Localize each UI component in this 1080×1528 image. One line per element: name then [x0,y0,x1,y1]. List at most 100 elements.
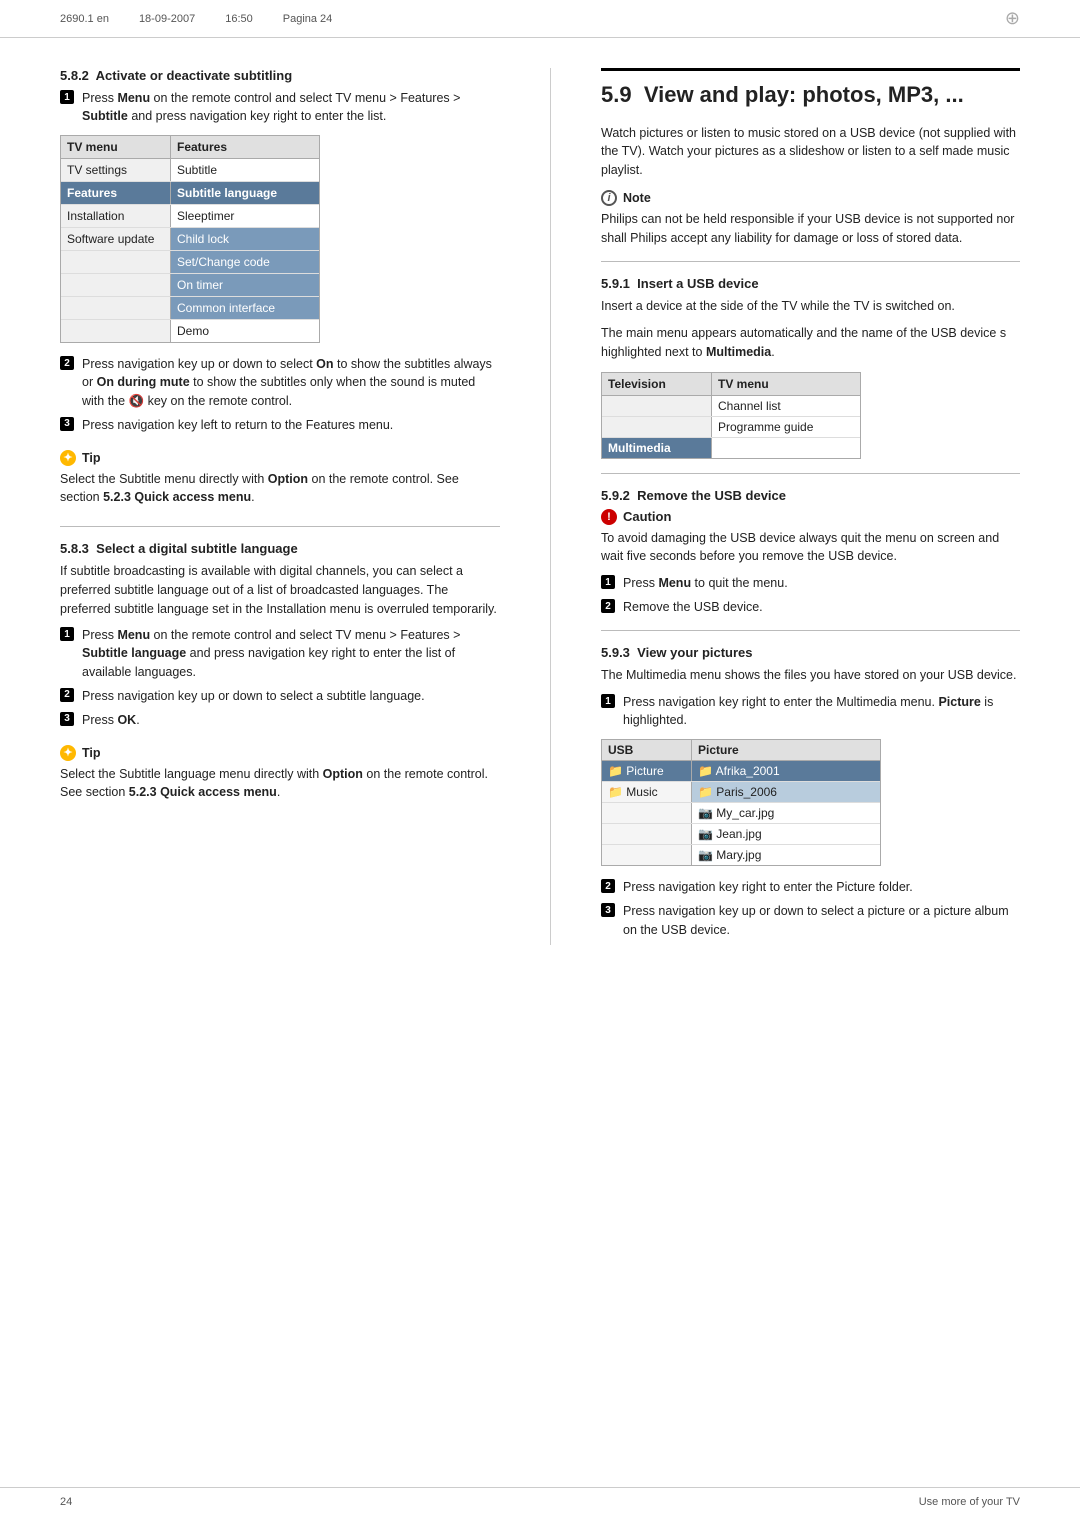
step2-text-583: Press navigation key up or down to selec… [82,687,500,705]
section-592-number: 5.9.2 [601,488,630,503]
section-583-intro: If subtitle broadcasting is available wi… [60,562,500,618]
menu-row-7: Common interface [61,297,319,320]
menu-591-row3: Multimedia [602,438,860,458]
menu-row2-col1: Features [61,182,171,204]
menu-row5-col1 [61,251,171,273]
menu-591-row1-col1 [602,396,712,416]
step1-badge-583: 1 [60,627,74,641]
left-column: 5.8.2 Activate or deactivate subtitling … [60,68,500,945]
section-593-title: 5.9.3 View your pictures [601,645,1020,660]
section-592: 5.9.2 Remove the USB device ! Caution To… [601,488,1020,617]
tip-label-583: Tip [82,746,101,760]
section-583-title: 5.8.3 Select a digital subtitle language [60,541,500,556]
menu-591-row1: Channel list [602,396,860,417]
section-582-step2: 2 Press navigation key up or down to sel… [60,355,500,409]
step3-text-593: Press navigation key up or down to selec… [623,902,1020,938]
section-591-text2: The main menu appears automatically and … [601,324,1020,362]
note-icon: i [601,190,617,206]
step1-text-593: Press navigation key right to enter the … [623,693,1020,729]
step2-badge-593: 2 [601,879,615,893]
usb-row-3: 📷 My_car.jpg [602,803,880,824]
menu-591-row2-col1 [602,417,712,437]
section-582-number: 5.8.2 [60,68,89,83]
step3-text: Press navigation key left to return to t… [82,416,500,434]
menu-591-row2: Programme guide [602,417,860,438]
step2-badge-583: 2 [60,688,74,702]
menu-row4-col2: Child lock [171,228,319,250]
usb-row5-col2: 📷 Mary.jpg [692,845,880,865]
usb-table-593: USB Picture 📁 Picture 📁 Afrika_2001 📁 Mu… [601,739,881,866]
tip-582-title: ✦ Tip [60,450,500,466]
section-582-step1: 1 Press Menu on the remote control and s… [60,89,500,125]
step1-badge-592: 1 [601,575,615,589]
menu-header-col1: TV menu [61,136,171,158]
menu-591-row2-col2: Programme guide [712,417,860,437]
caution-label: Caution [623,509,671,524]
caution-text: To avoid damaging the USB device always … [601,529,1020,567]
usb-row2-col1: 📁 Music [602,782,692,802]
menu-591-header-col1: Television [602,373,712,395]
step3-badge-593: 3 [601,903,615,917]
section-593-intro: The Multimedia menu shows the files you … [601,666,1020,685]
section-583-heading: Select a digital subtitle language [96,541,298,556]
menu-591-header: Television TV menu [602,373,860,396]
section-583-number: 5.8.3 [60,541,89,556]
menu-header-col2: Features [171,136,319,158]
caution-title: ! Caution [601,509,1020,525]
section-591: 5.9.1 Insert a USB device Insert a devic… [601,276,1020,458]
tip-582: ✦ Tip Select the Subtitle menu directly … [60,444,500,512]
menu-row4-col1: Software update [61,228,171,250]
divider-1 [60,526,500,527]
header-time: 16:50 [225,13,253,25]
menu-row-5: Set/Change code [61,251,319,274]
menu-row1-col2: Subtitle [171,159,319,181]
tip-icon: ✦ [60,450,76,466]
section-59-number: 5.9 [601,82,632,107]
section-591-intro: Insert a device at the side of the TV wh… [601,297,1020,316]
section-582-step3: 3 Press navigation key left to return to… [60,416,500,434]
step1-text: Press Menu on the remote control and sel… [82,89,500,125]
footer-right-text: Use more of your TV [919,1496,1020,1508]
step3-badge: 3 [60,417,74,431]
section-593-step2: 2 Press navigation key right to enter th… [601,878,1020,896]
tip-icon-583: ✦ [60,745,76,761]
column-divider [550,68,551,945]
menu-row-8: Demo [61,320,319,342]
menu-table-591: Television TV menu Channel list Programm… [601,372,861,459]
section-59: 5.9 View and play: photos, MP3, ... Watc… [601,68,1020,247]
usb-row-1: 📁 Picture 📁 Afrika_2001 [602,761,880,782]
section-591-heading: Insert a USB device [637,276,758,291]
section-582-heading: Activate or deactivate subtitling [96,68,293,83]
section-592-step1: 1 Press Menu to quit the menu. [601,574,1020,592]
note-title: i Note [601,190,1020,206]
step1-text-592: Press Menu to quit the menu. [623,574,1020,592]
step1-badge: 1 [60,90,74,104]
section-583-step3: 3 Press OK. [60,711,500,729]
usb-row3-col2: 📷 My_car.jpg [692,803,880,823]
page-footer: 24 Use more of your TV [0,1487,1080,1508]
two-column-layout: 5.8.2 Activate or deactivate subtitling … [60,68,1020,945]
page-inner: 5.8.2 Activate or deactivate subtitling … [0,38,1080,1005]
doc-ref: 2690.1 en [60,13,109,25]
step2-badge: 2 [60,356,74,370]
menu-table-header: TV menu Features [61,136,319,159]
menu-row6-col2: On timer [171,274,319,296]
menu-row-3: Installation Sleeptimer [61,205,319,228]
section-591-number: 5.9.1 [601,276,630,291]
usb-row3-col1 [602,803,692,823]
menu-row7-col2: Common interface [171,297,319,319]
section-593-number: 5.9.3 [601,645,630,660]
tip-label: Tip [82,451,101,465]
usb-row-2: 📁 Music 📁 Paris_2006 [602,782,880,803]
right-column: 5.9 View and play: photos, MP3, ... Watc… [601,68,1020,945]
tip-583-text: Select the Subtitle language menu direct… [60,765,500,801]
page-container: 2690.1 en 18-09-2007 16:50 Pagina 24 ⊕ 5… [0,0,1080,1528]
step3-badge-583: 3 [60,712,74,726]
section-583-step1: 1 Press Menu on the remote control and s… [60,626,500,680]
tip-583: ✦ Tip Select the Subtitle language menu … [60,739,500,807]
section-593-step3: 3 Press navigation key up or down to sel… [601,902,1020,938]
divider-3 [601,473,1020,474]
section-59-heading: View and play: photos, MP3, ... [644,82,964,107]
step2-text-593: Press navigation key right to enter the … [623,878,1020,896]
step3-text-583: Press OK. [82,711,500,729]
